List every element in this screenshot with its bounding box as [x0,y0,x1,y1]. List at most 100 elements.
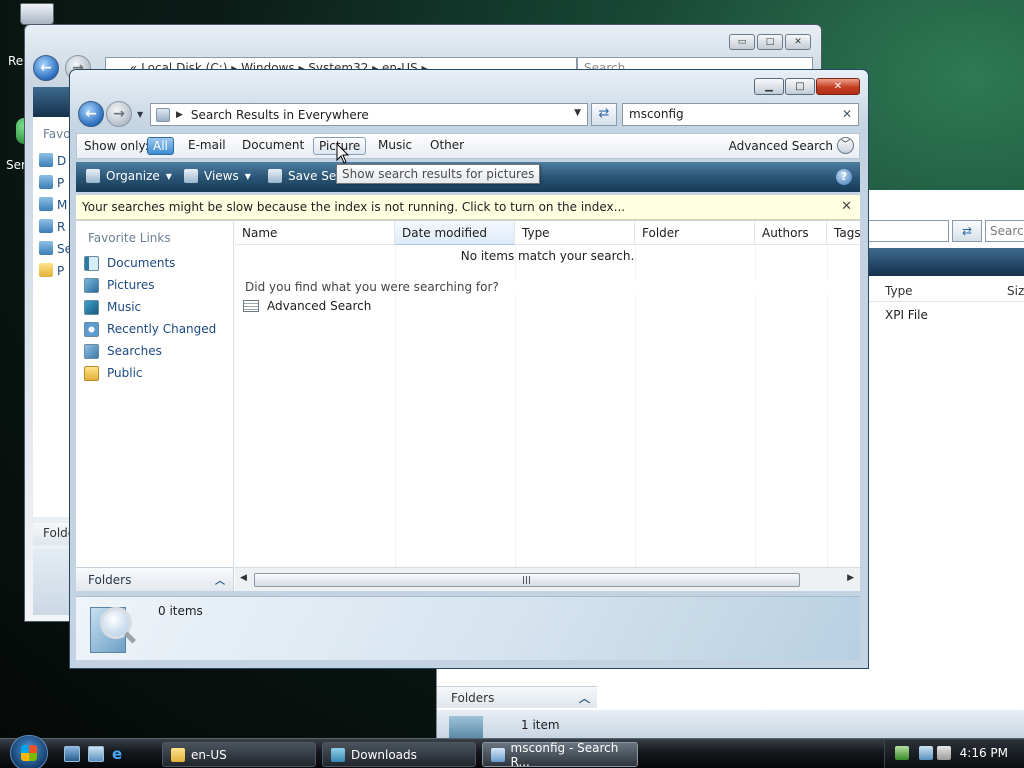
filter-music[interactable]: Music [373,137,417,155]
empty-message: No items match your search. [460,249,635,263]
minimize-button[interactable]: ▁ [754,78,784,95]
filter-other[interactable]: Other [425,137,469,155]
maximize-button[interactable]: □ [785,78,815,95]
taskbar-button-downloads[interactable]: Downloads [322,742,476,767]
search-folder-icon [156,107,170,122]
filter-document[interactable]: Document [237,137,309,155]
sidebar-item-music[interactable]: Music [84,298,141,316]
refresh-button[interactable]: ⇄ [591,103,617,126]
column-type[interactable]: Type [885,284,913,298]
documents-icon [39,153,53,167]
item-count: 0 items [158,604,203,618]
recent-pages-dropdown-icon[interactable]: ▼ [137,110,143,119]
navigation-pane: Favorite Links Documents Pictures Music … [76,221,234,567]
network-icon[interactable] [919,746,933,760]
sidebar-item-recently-changed[interactable]: Recently Changed [84,320,216,338]
column-name[interactable]: Name [235,221,395,245]
security-icon[interactable] [895,746,909,760]
index-info-bar[interactable]: Your searches might be slow because the … [76,195,860,220]
save-search-button[interactable]: Save Sea [268,169,344,183]
downloads-status: 1 item [521,718,560,732]
file-list: Name Date modified Type Folder Authors T… [235,221,860,591]
back-arrow-icon[interactable]: ← [33,55,59,81]
downloads-refresh-button[interactable]: ⇄ [952,220,982,242]
downloads-toolbar [867,248,1024,276]
advanced-search-link[interactable]: Advanced Search [243,299,371,313]
show-desktop-icon[interactable] [64,746,80,762]
scroll-right-icon[interactable]: ▶ [847,573,854,583]
desktop-shortcut-label: Ser [6,158,26,172]
did-you-find-prompt: Did you find what you were searching for… [245,280,857,294]
column-authors[interactable]: Authors [755,221,827,245]
column-type[interactable]: Type [515,221,635,245]
start-button[interactable] [10,735,48,768]
sidebar-item-documents[interactable]: Documents [84,254,175,272]
searches-icon [84,343,99,359]
folders-label: Folders [88,573,132,587]
volume-muted-icon[interactable] [937,746,951,760]
mouse-cursor-icon [336,143,350,164]
documents-icon [84,255,99,271]
search-results-window[interactable]: ▁ □ ✕ ← → ▼ ▶ Search Results in Everywhe… [69,69,869,669]
sidebar-item-pictures[interactable]: Pictures [84,276,155,294]
minimize-button[interactable]: ▭ [729,34,755,50]
internet-explorer-icon[interactable]: e [112,746,128,762]
help-icon[interactable]: ? [836,169,852,185]
chevron-up-icon[interactable]: ︿ [215,572,225,587]
grip-icon [523,576,531,584]
organize-button[interactable]: Organize ▼ [86,169,172,183]
horizontal-scrollbar[interactable]: ◀ ▶ [235,567,860,591]
folder-icon [171,747,185,762]
scroll-left-icon[interactable]: ◀ [240,573,247,583]
clear-search-icon[interactable]: ✕ [842,107,852,121]
search-input[interactable]: msconfig ✕ [622,103,859,126]
tooltip: Show search results for pictures [336,164,541,184]
address-dropdown-icon[interactable]: ▼ [574,108,581,118]
downloads-search-input[interactable]: Search [985,220,1024,242]
column-size[interactable]: Size [1007,284,1024,298]
maximize-button[interactable]: □ [757,34,783,50]
clock[interactable]: 4:16 PM [960,746,1008,760]
column-date-modified[interactable]: Date modified [395,221,515,245]
chevron-down-icon[interactable]: ﹀ [837,137,854,154]
filter-email[interactable]: E-mail [183,137,231,155]
folders-bar[interactable]: Folders ︿ [76,567,234,591]
close-icon[interactable]: ✕ [841,199,852,214]
save-icon [268,169,282,183]
taskbar-button-en-us[interactable]: en-US [162,742,316,767]
search-magnifier-icon [86,603,138,657]
close-button[interactable]: ✕ [785,34,811,50]
filter-bar: Show only: All E-mail Document Picture M… [76,133,860,159]
chevron-up-icon[interactable]: ︿ [579,690,590,706]
folder-icon [39,263,53,277]
scrollbar-thumb[interactable] [254,573,800,587]
breadcrumb-chevron-icon[interactable]: ▶ [176,110,183,120]
en-us-favorites-title: Favo [43,127,71,141]
views-button[interactable]: Views ▼ [184,169,251,183]
downloads-file-type[interactable]: XPI File [885,308,928,322]
recently-changed-icon [84,321,99,337]
downloads-column-header: Type Size [867,280,1024,302]
downloads-address-bar[interactable] [867,220,949,242]
sidebar-item-public[interactable]: Public [84,364,143,382]
recycle-bin-label: Re [8,54,24,68]
filter-all[interactable]: All [147,137,174,155]
column-tags[interactable]: Tags [827,221,860,245]
taskbar-button-msconfig-search[interactable]: msconfig - Search R... [482,741,638,768]
sidebar-item-searches[interactable]: Searches [84,342,162,360]
searches-icon [39,241,53,255]
close-button[interactable]: ✕ [816,78,860,95]
downloads-folders-bar[interactable]: Folders ︿ [437,686,597,708]
switch-windows-icon[interactable] [88,746,104,762]
pictures-icon [39,175,53,189]
forward-arrow-icon[interactable]: → [106,101,132,127]
advanced-search-toggle[interactable]: Advanced Search ﹀ [729,137,854,154]
file-thumbnail-icon [449,716,483,738]
breadcrumb-current[interactable]: Search Results in Everywhere [191,108,369,122]
downloads-icon [331,747,345,762]
advanced-search-label: Advanced Search [728,138,833,153]
column-folder[interactable]: Folder [635,221,755,245]
back-arrow-icon[interactable]: ← [78,101,104,127]
address-bar[interactable]: ▶ Search Results in Everywhere ▼ [150,103,588,126]
window-controls: ▁ □ ✕ [754,78,860,95]
